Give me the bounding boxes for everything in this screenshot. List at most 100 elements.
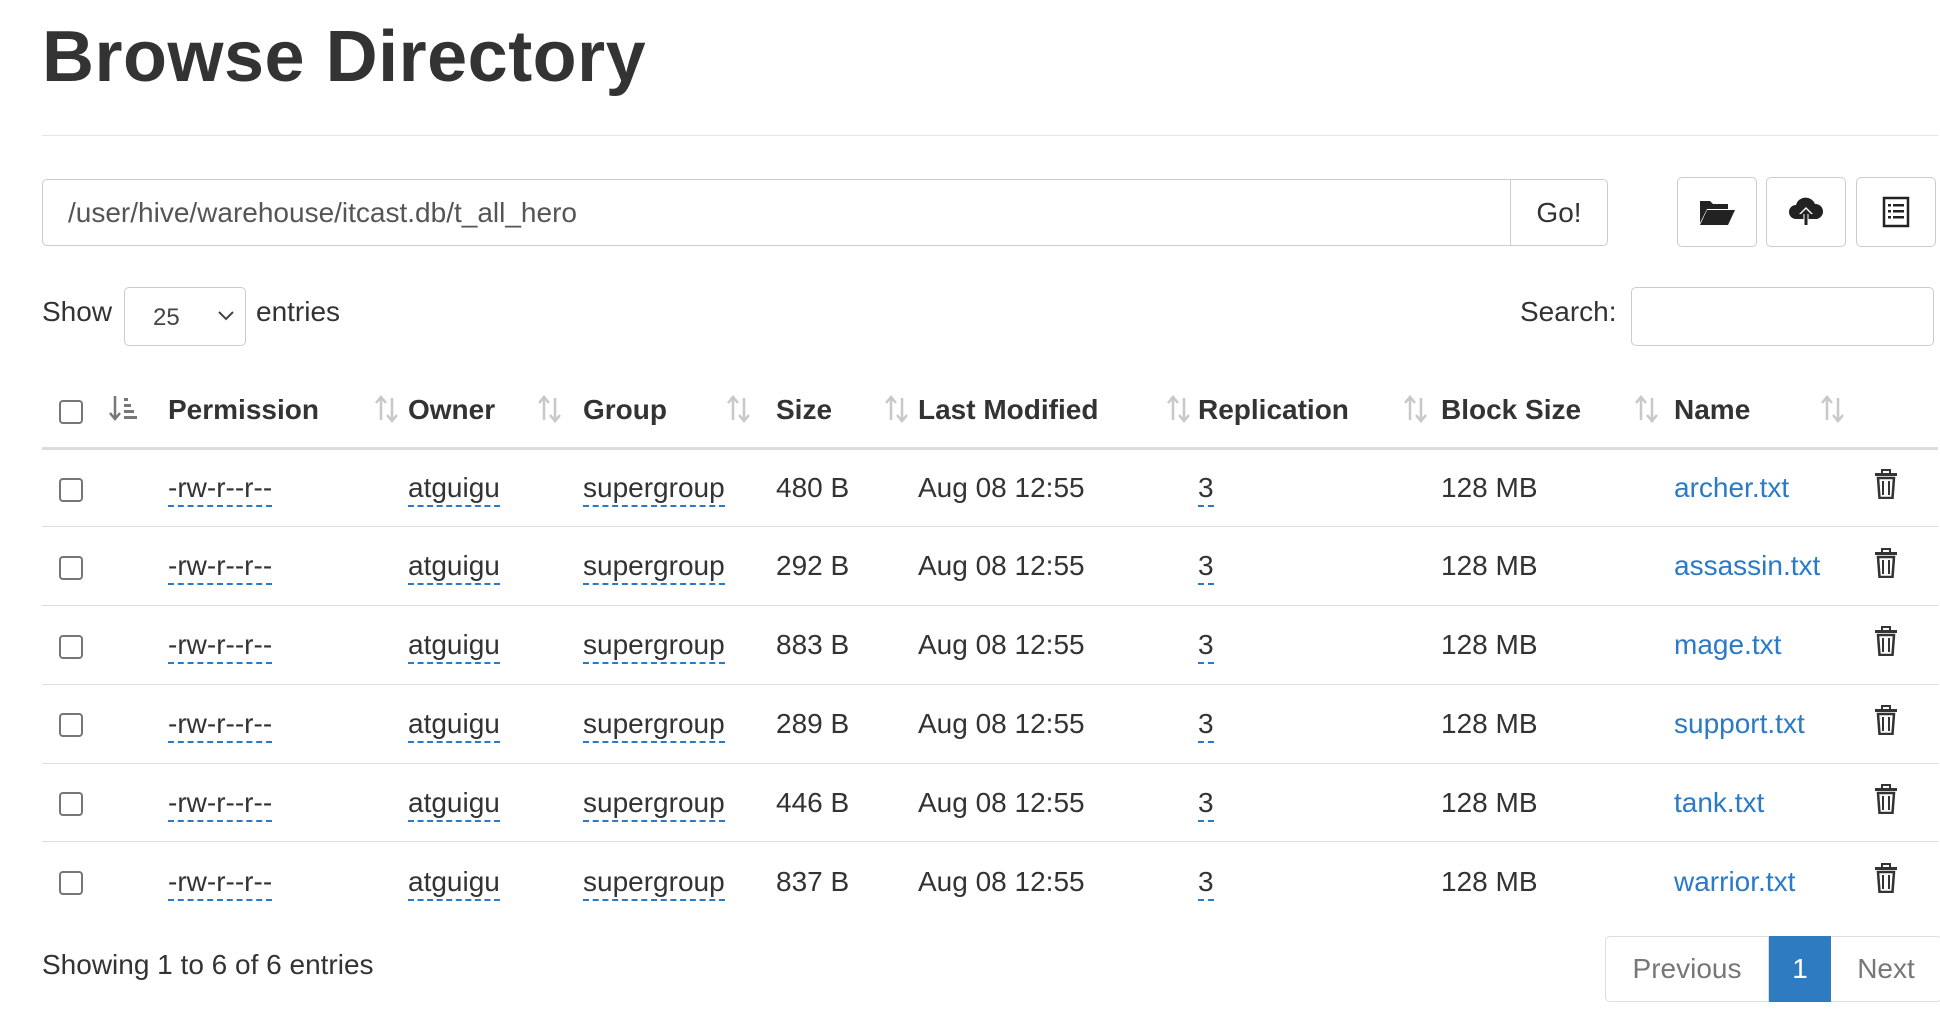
trash-icon[interactable] (1874, 863, 1898, 900)
trash-icon[interactable] (1874, 547, 1898, 585)
permission-value[interactable]: -rw-r--r-- (168, 471, 273, 507)
sort-both-icon (1818, 394, 1848, 431)
replication-cell: 3 (1198, 526, 1441, 607)
header-block-size[interactable]: Block Size (1441, 374, 1674, 450)
replication-value[interactable]: 3 (1198, 471, 1214, 507)
group-value[interactable]: supergroup (583, 865, 725, 901)
owner-cell: atguigu (408, 842, 583, 921)
entries-label: entries (256, 296, 341, 327)
file-name-link[interactable]: support.txt (1674, 708, 1805, 739)
owner-value[interactable]: atguigu (408, 550, 500, 586)
row-checkbox[interactable] (59, 713, 83, 738)
cut-paste-button[interactable] (1856, 177, 1936, 247)
header-size-label: Size (776, 394, 833, 426)
last-modified-cell: Aug 08 12:55 (918, 684, 1198, 764)
trash-icon[interactable] (1874, 784, 1898, 821)
header-owner[interactable]: Owner (408, 374, 583, 450)
group-value[interactable]: supergroup (583, 786, 725, 822)
owner-cell: atguigu (408, 684, 583, 764)
group-value[interactable]: supergroup (583, 707, 725, 743)
trash-icon[interactable] (1874, 705, 1898, 742)
owner-value[interactable]: atguigu (408, 628, 500, 664)
show-label: Show (42, 296, 113, 327)
header-block-size-label: Block Size (1441, 394, 1582, 426)
file-name-link[interactable]: warrior.txt (1674, 866, 1795, 897)
name-cell: assassin.txt (1674, 526, 1872, 607)
upload-button[interactable] (1766, 177, 1846, 247)
group-cell: supergroup (583, 842, 776, 921)
permission-value[interactable]: -rw-r--r-- (168, 865, 273, 901)
size-cell: 292 B (776, 526, 918, 607)
row-checkbox[interactable] (59, 792, 83, 817)
permission-value[interactable]: -rw-r--r-- (168, 550, 273, 586)
replication-cell: 3 (1198, 842, 1441, 921)
entries-select[interactable]: 25 (124, 287, 246, 346)
permission-value[interactable]: -rw-r--r-- (168, 707, 273, 743)
permission-cell: -rw-r--r-- (168, 763, 408, 843)
owner-value[interactable]: atguigu (408, 865, 500, 901)
permission-cell: -rw-r--r-- (168, 842, 408, 921)
path-input[interactable] (42, 179, 1510, 246)
create-directory-button[interactable] (1677, 177, 1757, 247)
block-size-cell: 128 MB (1441, 605, 1674, 685)
permission-value[interactable]: -rw-r--r-- (168, 786, 273, 822)
group-cell: supergroup (583, 605, 776, 685)
select-all-header (42, 374, 168, 450)
name-cell: tank.txt (1674, 763, 1872, 843)
sort-both-icon (1401, 394, 1431, 431)
row-select-cell (42, 526, 168, 607)
name-cell: archer.txt (1674, 448, 1872, 528)
replication-value[interactable]: 3 (1198, 707, 1214, 743)
owner-value[interactable]: atguigu (408, 707, 500, 743)
last-modified-cell: Aug 08 12:55 (918, 865, 1085, 897)
page-1-button[interactable]: 1 (1769, 936, 1831, 1002)
file-name-link[interactable]: mage.txt (1674, 629, 1781, 660)
block-size-cell: 128 MB (1441, 763, 1674, 843)
table-header-row: Permission Owner Group Size Last Modifie… (42, 374, 1938, 450)
file-name-link[interactable]: tank.txt (1674, 787, 1764, 818)
trash-icon[interactable] (1874, 469, 1898, 506)
header-name[interactable]: Name (1674, 374, 1872, 450)
group-value[interactable]: supergroup (583, 628, 725, 664)
file-name-link[interactable]: archer.txt (1674, 472, 1789, 503)
trash-icon[interactable] (1874, 626, 1898, 663)
replication-cell: 3 (1198, 684, 1441, 764)
size-cell: 289 B (776, 684, 918, 764)
size-cell: 883 B (776, 605, 918, 685)
table-row: -rw-r--r-- atguigu supergroup 883 B Aug 08 1… (42, 605, 1938, 685)
replication-cell: 3 (1198, 605, 1441, 685)
row-checkbox[interactable] (59, 634, 83, 659)
go-button[interactable]: Go! (1510, 179, 1608, 246)
header-replication-label: Replication (1198, 394, 1349, 426)
pagination: Previous 1 Next (1605, 936, 1940, 1002)
next-page-button[interactable]: Next (1831, 936, 1940, 1002)
search-input[interactable] (1631, 287, 1934, 346)
row-select-cell (42, 448, 168, 528)
owner-value[interactable]: atguigu (408, 786, 500, 822)
group-cell: supergroup (583, 526, 776, 607)
row-checkbox[interactable] (59, 477, 83, 502)
header-size[interactable]: Size (776, 374, 918, 450)
select-all-checkbox[interactable] (59, 399, 83, 424)
header-last-modified-label: Last Modified (918, 394, 1099, 426)
row-checkbox[interactable] (59, 871, 83, 896)
replication-value[interactable]: 3 (1198, 628, 1214, 664)
header-replication[interactable]: Replication (1198, 374, 1441, 450)
header-group[interactable]: Group (583, 374, 776, 450)
header-permission[interactable]: Permission (168, 374, 408, 450)
cloud-upload-icon (1789, 197, 1824, 225)
file-name-link[interactable]: assassin.txt (1674, 550, 1820, 581)
sort-ascending-icon[interactable] (108, 394, 138, 424)
header-name-label: Name (1674, 394, 1751, 426)
replication-value[interactable]: 3 (1198, 550, 1214, 586)
group-value[interactable]: supergroup (583, 471, 725, 507)
replication-value[interactable]: 3 (1198, 786, 1214, 822)
owner-value[interactable]: atguigu (408, 471, 500, 507)
row-select-cell (42, 605, 168, 685)
previous-page-button[interactable]: Previous (1605, 936, 1769, 1002)
header-last-modified[interactable]: Last Modified (918, 374, 1198, 450)
group-value[interactable]: supergroup (583, 550, 725, 586)
row-checkbox[interactable] (59, 555, 83, 580)
permission-value[interactable]: -rw-r--r-- (168, 628, 273, 664)
replication-value[interactable]: 3 (1198, 865, 1214, 901)
